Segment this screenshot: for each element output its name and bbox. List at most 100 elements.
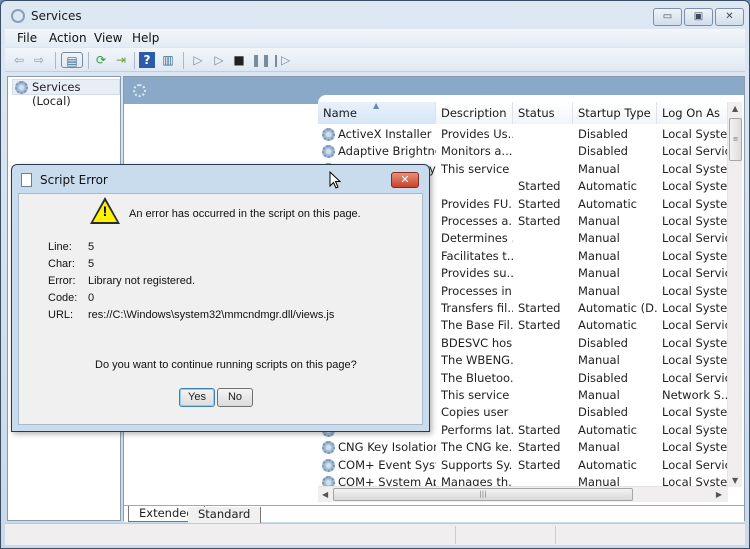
cell-desc: Provides Us...	[441, 127, 513, 141]
cell-startup: Automatic	[578, 457, 637, 472]
cell-status: Started	[518, 440, 561, 455]
service-row[interactable]: ActiveX Installer (... Provides Us... Disa…	[318, 126, 728, 143]
service-row[interactable]: Adaptive Brightness Monitors a... Disabled…	[318, 143, 728, 160]
tree-item-services-local[interactable]: Services (Local)	[12, 79, 120, 108]
start-service-alt-icon[interactable]: ▷	[211, 52, 227, 68]
help-icon[interactable]: ?	[139, 52, 155, 68]
cell-desc: Monitors a...	[441, 144, 513, 159]
cell-desc: The WBENG...	[441, 353, 513, 368]
column-header-name[interactable]: Name ▲	[318, 101, 436, 124]
dialog-close-button[interactable]: ✕	[391, 172, 419, 188]
cell-logon: Network S...	[662, 388, 728, 402]
service-row[interactable]: COM+ Event Syst... Supports Sy... Started A…	[318, 457, 728, 474]
status-divider	[455, 526, 456, 544]
field-value-url: res://C:\Windows\system32\mmcndmgr.dll/v…	[88, 309, 335, 321]
tab-standard[interactable]: Standard	[188, 507, 262, 523]
cell-status: Started	[518, 318, 561, 333]
cell-logon: Local Syste...	[662, 196, 728, 211]
cell-startup: Manual	[578, 388, 620, 402]
cell-status: Started	[518, 179, 561, 194]
pause-service-icon[interactable]: ❚❚	[251, 52, 271, 68]
horizontal-scrollbar[interactable]: ◀ ||| ▶	[318, 486, 728, 502]
scroll-down-icon[interactable]: ▼	[732, 476, 738, 485]
cell-startup: Manual	[578, 440, 620, 455]
cell-status: Started	[518, 301, 561, 315]
cell-logon: Local Service	[662, 231, 728, 246]
vertical-scrollbar[interactable]: ▲ ≡ ▼	[727, 102, 742, 487]
toolbar: ⇦ ⇨ ▤ ⟳ ⇥ ? ▥ ▷ ▷ ■ ❚❚ ❙▷	[5, 48, 745, 72]
cell-desc: Facilitates t...	[441, 248, 513, 263]
scroll-up-icon[interactable]: ▲	[732, 104, 738, 113]
cell-desc: Supports Sy...	[441, 457, 513, 472]
cell-logon: Local Syste...	[662, 405, 728, 420]
no-button[interactable]: No	[217, 388, 253, 407]
refresh-icon[interactable]: ⟳	[93, 52, 109, 68]
close-button[interactable]: ✕	[715, 8, 744, 26]
cell-logon: Local Syste...	[662, 422, 728, 437]
dialog-title: Script Error	[40, 173, 108, 187]
cell-desc: Provides su...	[441, 266, 513, 281]
cell-startup: Manual	[578, 266, 620, 281]
cell-startup: Manual	[578, 231, 620, 246]
cell-status: Started	[518, 214, 561, 228]
cell-logon: Local Syste...	[662, 353, 728, 368]
title-bar[interactable]: Services ▭ ▣ ✕	[1, 1, 749, 29]
cell-startup: Automatic	[578, 422, 637, 437]
field-value-char: 5	[88, 258, 95, 270]
status-bar	[5, 523, 745, 545]
cell-logon: Local Syste...	[662, 301, 728, 315]
mouse-cursor-icon	[329, 171, 341, 189]
services-app-icon	[11, 9, 25, 23]
scroll-left-icon[interactable]: ◀	[322, 490, 328, 499]
tree-item-label: Services (Local)	[32, 80, 81, 108]
menu-file[interactable]: File	[17, 31, 37, 45]
menu-bar: File Action View Help	[5, 29, 745, 47]
service-row[interactable]: CNG Key Isolation The CNG ke... Started Man…	[318, 439, 728, 456]
menu-help[interactable]: Help	[132, 31, 159, 45]
service-gear-icon	[322, 458, 335, 472]
cell-logon: Local Syste...	[662, 335, 728, 350]
export-list-icon[interactable]: ⇥	[113, 52, 129, 68]
cell-logon: Local Syste...	[662, 214, 728, 228]
field-value-line: 5	[88, 241, 95, 253]
column-header-description[interactable]: Description	[436, 102, 513, 124]
show-hide-console-tree-icon[interactable]: ▤	[61, 52, 83, 68]
cell-logon: Local Syste...	[662, 248, 728, 263]
menu-action[interactable]: Action	[49, 31, 87, 45]
sort-ascending-icon: ▲	[373, 101, 380, 110]
menu-view[interactable]: View	[94, 31, 122, 45]
column-header-startup-type[interactable]: Startup Type	[573, 102, 657, 124]
show-hide-action-pane-icon[interactable]: ▥	[160, 52, 176, 68]
field-label-char: Char:	[48, 258, 75, 270]
cell-logon: Local Service	[662, 144, 728, 159]
cell-name: ActiveX Installer (...	[338, 127, 436, 141]
cell-logon: Local Service	[662, 318, 728, 333]
cell-logon: Local Service	[662, 457, 728, 472]
gear-icon	[15, 81, 28, 94]
start-service-icon[interactable]: ▷	[190, 52, 206, 68]
scroll-right-icon[interactable]: ▶	[716, 490, 722, 499]
restart-service-icon[interactable]: ❙▷	[271, 52, 290, 68]
cell-startup: Automatic	[578, 179, 637, 194]
column-header-status[interactable]: Status	[513, 102, 573, 124]
maximize-button[interactable]: ▣	[684, 8, 713, 26]
cell-desc: The Base Fil...	[441, 318, 513, 333]
forward-arrow-icon[interactable]: ⇨	[31, 52, 47, 68]
field-label-url: URL:	[48, 309, 74, 321]
column-header-log-on-as[interactable]: Log On As	[657, 102, 728, 124]
cell-logon: Local Syste...	[662, 127, 728, 141]
horizontal-scroll-thumb[interactable]: |||	[333, 488, 633, 501]
cell-desc: Performs lat...	[441, 422, 513, 437]
minimize-button[interactable]: ▭	[653, 8, 682, 26]
document-icon	[21, 173, 32, 187]
back-arrow-icon[interactable]: ⇦	[11, 52, 27, 68]
vertical-scroll-thumb[interactable]: ≡	[729, 118, 742, 161]
cell-desc: BDESVC hos...	[441, 335, 513, 350]
toolbar-separator	[183, 52, 184, 69]
cell-logon: Local Syste...	[662, 283, 728, 298]
cell-logon: Local Service	[662, 266, 728, 281]
stop-service-icon[interactable]: ■	[231, 52, 247, 68]
window-title: Services	[31, 9, 82, 23]
yes-button[interactable]: Yes	[179, 388, 215, 407]
cell-status: Started	[518, 457, 561, 472]
